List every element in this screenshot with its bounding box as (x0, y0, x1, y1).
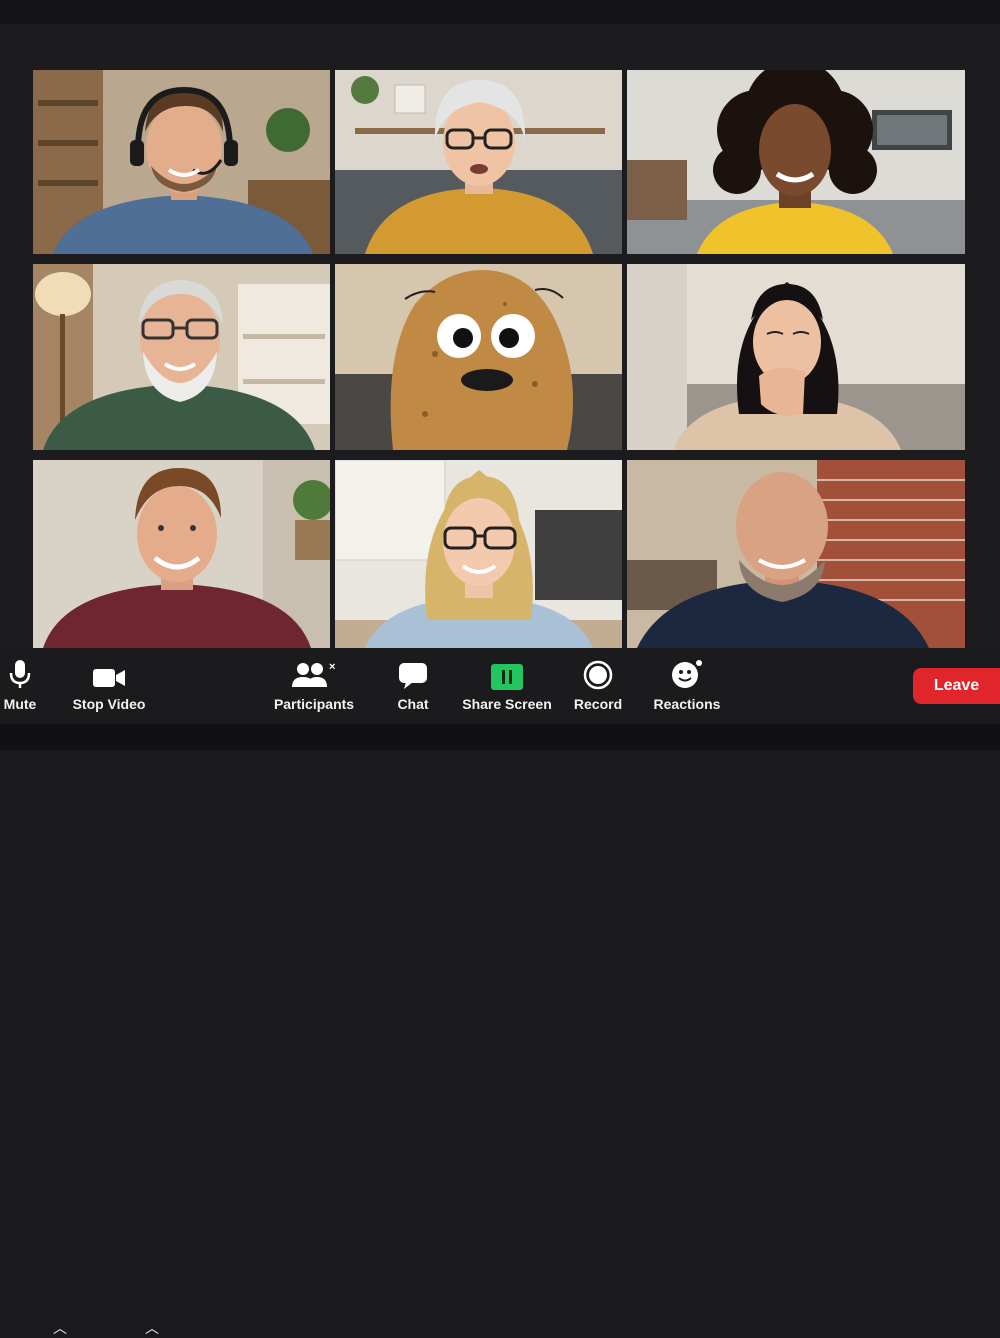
video-tile-4[interactable] (33, 264, 330, 450)
video-feed-laughing-woman (627, 264, 965, 450)
video-feed-young-man (33, 460, 330, 648)
stop-video-button[interactable]: Stop Video (72, 650, 146, 724)
leave-button[interactable]: Leave (913, 668, 1000, 704)
video-tile-8[interactable] (335, 460, 622, 648)
record-label: Record (573, 696, 623, 712)
share-screen-button[interactable]: Share Screen (462, 650, 552, 724)
chat-label: Chat (397, 696, 429, 712)
share-screen-icon (491, 650, 523, 690)
video-tile-2[interactable] (335, 70, 622, 254)
record-button[interactable]: Record (574, 650, 622, 724)
stop-video-label: Stop Video (72, 696, 146, 712)
record-icon (583, 650, 613, 690)
audio-options-chevron-up-icon[interactable]: ︿ (53, 1318, 67, 1338)
video-tile-6[interactable] (627, 264, 965, 450)
video-tile-3[interactable] (627, 70, 965, 254)
share-screen-label: Share Screen (462, 696, 552, 712)
video-feed-potato (335, 264, 622, 450)
speech-bubble-icon (398, 650, 428, 690)
video-camera-icon (92, 650, 126, 690)
meeting-toolbar: Mute ︿ Stop Video ︿ × Participants Chat … (0, 650, 1000, 1336)
video-feed-man-headset (33, 70, 330, 254)
video-options-chevron-up-icon[interactable]: ︿ (145, 1318, 159, 1338)
smiley-icon (670, 650, 704, 690)
mute-button[interactable]: Mute (0, 650, 40, 724)
video-tile-1[interactable] (33, 70, 330, 254)
video-feed-older-woman (335, 70, 622, 254)
mute-label: Mute (3, 696, 37, 712)
svg-text:×: × (329, 661, 335, 673)
reactions-button[interactable]: Reactions (652, 650, 722, 724)
people-icon: × (291, 650, 337, 690)
window-bottom-bar (0, 724, 1000, 750)
video-feed-blonde-woman (335, 460, 622, 648)
video-tile-9[interactable] (627, 460, 965, 648)
video-feed-older-man-beard (33, 264, 330, 450)
video-tile-5[interactable] (335, 264, 622, 450)
microphone-icon (9, 650, 31, 690)
participants-label: Participants (273, 696, 355, 712)
participants-button[interactable]: × Participants (274, 650, 354, 724)
video-feed-bald-man (627, 460, 965, 648)
video-stage (0, 24, 1000, 650)
participant-video-grid (33, 70, 965, 648)
video-tile-7[interactable] (33, 460, 330, 648)
chat-button[interactable]: Chat (392, 650, 434, 724)
video-feed-curly-hair-woman (627, 70, 965, 254)
reactions-label: Reactions (653, 696, 721, 712)
window-top-bar (0, 0, 1000, 25)
